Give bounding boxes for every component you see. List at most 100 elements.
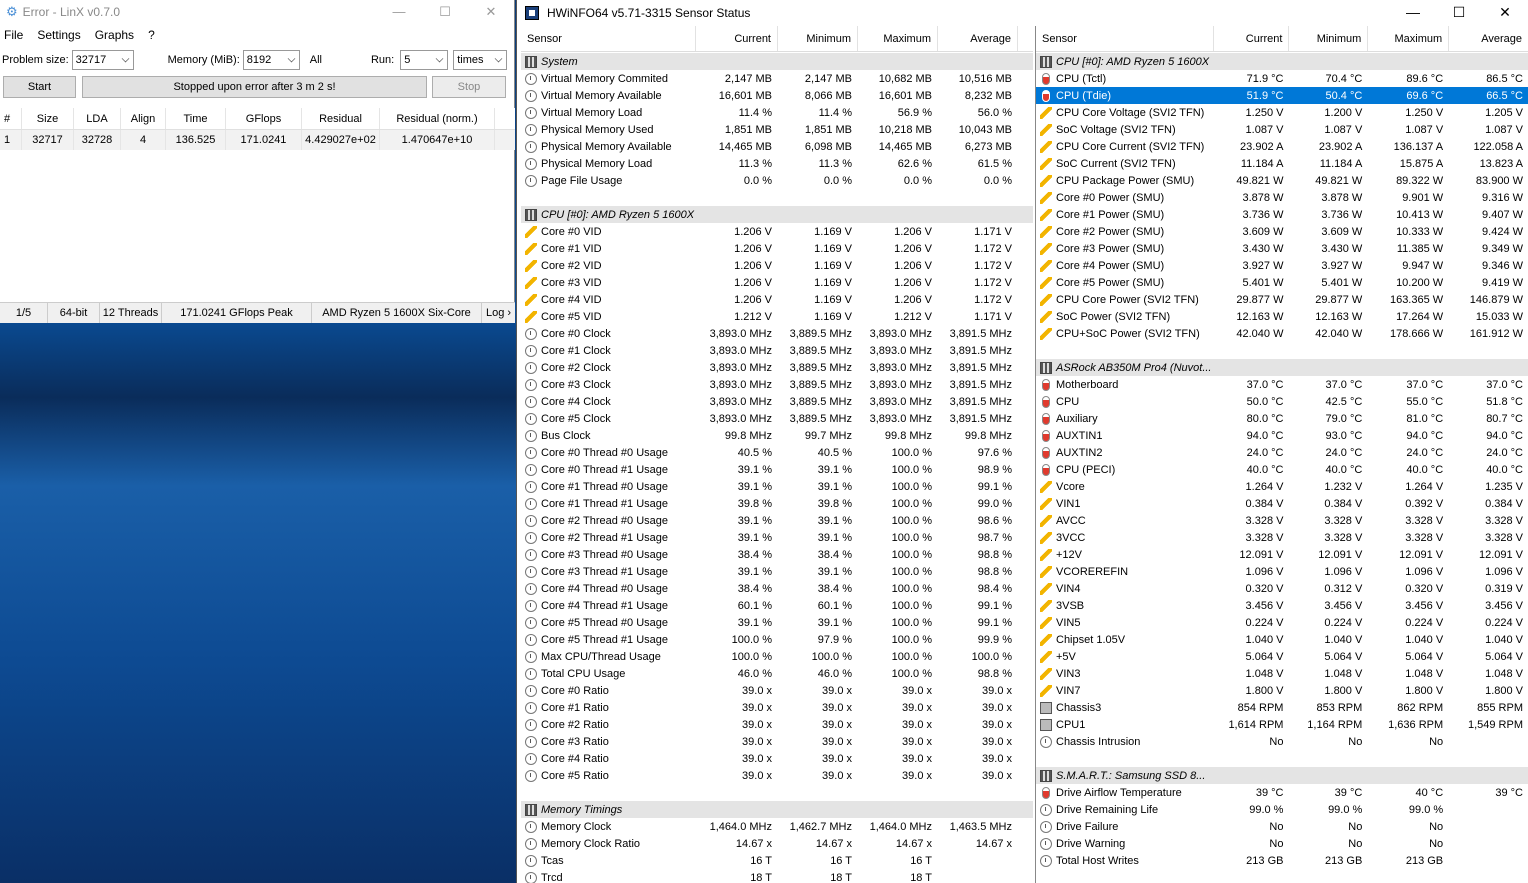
sensor-row[interactable]: Chipset 1.05V 1.040 V 1.040 V 1.040 V 1.040 …	[1036, 631, 1528, 648]
sensor-row[interactable]: CPU (Tctl) 71.9 °C 70.4 °C 89.6 °C 86.5 °C	[1036, 70, 1528, 87]
sensor-row[interactable]: CPU1 1,614 RPM 1,164 RPM 1,636 RPM 1,549 RPM	[1036, 716, 1528, 733]
sensor-row[interactable]: Drive Airflow Temperature 39 °C 39 °C 40 °C…	[1036, 784, 1528, 801]
minimize-button[interactable]: —	[1390, 4, 1436, 21]
col-average[interactable]: Average	[1449, 26, 1528, 51]
sensor-row[interactable]: VIN4 0.320 V 0.312 V 0.320 V 0.319 V	[1036, 580, 1528, 597]
sensor-row[interactable]: Core #4 VID 1.206 V 1.169 V 1.206 V 1.172 V	[521, 291, 1033, 308]
sensor-row[interactable]: CPU (Tdie) 51.9 °C 50.4 °C 69.6 °C 66.5 °C	[1036, 87, 1528, 104]
sensor-row[interactable]: Core #5 Thread #0 Usage 39.1 % 39.1 % 100.0…	[521, 614, 1033, 631]
sensor-group-header[interactable]: S.M.A.R.T.: Samsung SSD 8...	[1036, 767, 1528, 784]
col-index[interactable]: #	[0, 108, 22, 129]
col-residual[interactable]: Residual	[302, 108, 380, 129]
sensor-row[interactable]: AVCC 3.328 V 3.328 V 3.328 V 3.328 V	[1036, 512, 1528, 529]
sensor-row[interactable]: Core #5 Thread #1 Usage 100.0 % 97.9 % 100.…	[521, 631, 1033, 648]
sensor-row[interactable]: Auxiliary 80.0 °C 79.0 °C 81.0 °C 80.7 °C	[1036, 410, 1528, 427]
maximize-button[interactable]: ☐	[1436, 4, 1482, 21]
sensor-row[interactable]: Core #2 VID 1.206 V 1.169 V 1.206 V 1.172 V	[521, 257, 1033, 274]
sensor-row[interactable]: Core #0 VID 1.206 V 1.169 V 1.206 V 1.171 V	[521, 223, 1033, 240]
sensor-row[interactable]: Virtual Memory Load 11.4 % 11.4 % 56.9 % 56.…	[521, 104, 1033, 121]
sensor-row[interactable]: Core #1 Thread #0 Usage 39.1 % 39.1 % 100.0…	[521, 478, 1033, 495]
sensor-row[interactable]: CPU Package Power (SMU) 49.821 W 49.821 W 8…	[1036, 172, 1528, 189]
sensor-group-header[interactable]: Memory Timings	[521, 801, 1033, 818]
col-minimum[interactable]: Minimum	[778, 26, 858, 51]
sensor-group-header[interactable]: CPU [#0]: AMD Ryzen 5 1600X	[1036, 53, 1528, 70]
sensor-row[interactable]: +12V 12.091 V 12.091 V 12.091 V 12.091 V	[1036, 546, 1528, 563]
sensor-row[interactable]: Total CPU Usage 46.0 % 46.0 % 100.0 % 98.8 %	[521, 665, 1033, 682]
sensor-row[interactable]: CPU Core Power (SVI2 TFN) 29.877 W 29.877 …	[1036, 291, 1528, 308]
col-gflops[interactable]: GFlops	[226, 108, 302, 129]
sensor-row[interactable]: Core #0 Clock 3,893.0 MHz 3,889.5 MHz 3,893…	[521, 325, 1033, 342]
sensor-row[interactable]: +5V 5.064 V 5.064 V 5.064 V 5.064 V	[1036, 648, 1528, 665]
sensor-row[interactable]: Core #0 Thread #1 Usage 39.1 % 39.1 % 100.0…	[521, 461, 1033, 478]
sensor-row[interactable]: VIN5 0.224 V 0.224 V 0.224 V 0.224 V	[1036, 614, 1528, 631]
sensor-row[interactable]: Core #0 Thread #0 Usage 40.5 % 40.5 % 100.0…	[521, 444, 1033, 461]
sensor-row[interactable]: Core #1 Clock 3,893.0 MHz 3,889.5 MHz 3,893…	[521, 342, 1033, 359]
sensor-row[interactable]: Bus Clock 99.8 MHz 99.7 MHz 99.8 MHz 99.8 MH…	[521, 427, 1033, 444]
sensor-row[interactable]: Page File Usage 0.0 % 0.0 % 0.0 % 0.0 %	[521, 172, 1033, 189]
sensor-row[interactable]: Core #3 VID 1.206 V 1.169 V 1.206 V 1.172 V	[521, 274, 1033, 291]
sensor-row[interactable]: VIN7 1.800 V 1.800 V 1.800 V 1.800 V	[1036, 682, 1528, 699]
sensor-row[interactable]: Core #1 Ratio 39.0 x 39.0 x 39.0 x 39.0 x	[521, 699, 1033, 716]
sensor-row[interactable]: Vcore 1.264 V 1.232 V 1.264 V 1.235 V	[1036, 478, 1528, 495]
maximize-button[interactable]: ☐	[422, 4, 468, 20]
sensor-row[interactable]: SoC Voltage (SVI2 TFN) 1.087 V 1.087 V 1.08…	[1036, 121, 1528, 138]
sensor-row[interactable]: Virtual Memory Commited 2,147 MB 2,147 MB 1…	[521, 70, 1033, 87]
sensor-row[interactable]: Drive Failure No No No	[1036, 818, 1528, 835]
col-sensor[interactable]: Sensor	[1036, 26, 1214, 51]
sensor-row[interactable]: CPU 50.0 °C 42.5 °C 55.0 °C 51.8 °C	[1036, 393, 1528, 410]
table-row[interactable]: 1 32717 32728 4 136.525 171.0241 4.42902…	[0, 130, 515, 150]
sensor-row[interactable]: Physical Memory Used 1,851 MB 1,851 MB 10,2…	[521, 121, 1033, 138]
run-combo[interactable]: 5	[400, 50, 449, 70]
sensor-row[interactable]: Trcd 18 T 18 T 18 T	[521, 869, 1033, 883]
sensor-row[interactable]: Core #4 Ratio 39.0 x 39.0 x 39.0 x 39.0 x	[521, 750, 1033, 767]
sensor-row[interactable]: Memory Clock 1,464.0 MHz 1,462.7 MHz 1,464.…	[521, 818, 1033, 835]
sensor-row[interactable]: Core #5 Ratio 39.0 x 39.0 x 39.0 x 39.0 x	[521, 767, 1033, 784]
problem-size-combo[interactable]: 32717	[71, 50, 134, 70]
sensor-row[interactable]: Core #4 Power (SMU) 3.927 W 3.927 W 9.947 W…	[1036, 257, 1528, 274]
stop-button[interactable]: Stop	[432, 76, 506, 98]
log-button[interactable]: Log ›	[482, 303, 515, 323]
sensor-row[interactable]: Core #4 Clock 3,893.0 MHz 3,889.5 MHz 3,893…	[521, 393, 1033, 410]
menu-file[interactable]: File	[4, 28, 23, 42]
col-minimum[interactable]: Minimum	[1289, 26, 1369, 51]
col-maximum[interactable]: Maximum	[1368, 26, 1450, 51]
sensor-row[interactable]: Chassis3 854 RPM 853 RPM 862 RPM 855 RPM	[1036, 699, 1528, 716]
sensor-row[interactable]: Virtual Memory Available 16,601 MB 8,066 M…	[521, 87, 1033, 104]
sensor-row[interactable]: Core #4 Thread #1 Usage 60.1 % 60.1 % 100.0…	[521, 597, 1033, 614]
sensor-row[interactable]: Tcas 16 T 16 T 16 T	[521, 852, 1033, 869]
run-unit-combo[interactable]: times	[453, 50, 508, 70]
menu-graphs[interactable]: Graphs	[95, 28, 134, 42]
sensor-row[interactable]: Core #2 Thread #1 Usage 39.1 % 39.1 % 100.0…	[521, 529, 1033, 546]
sensor-row[interactable]: VCOREREFIN 1.096 V 1.096 V 1.096 V 1.096 V	[1036, 563, 1528, 580]
linx-titlebar[interactable]: ⚙ Error - LinX v0.7.0 — ☐ ✕	[0, 0, 514, 24]
col-current[interactable]: Current	[1214, 26, 1290, 51]
sensor-group-header[interactable]: System	[521, 53, 1033, 70]
sensor-row[interactable]: 3VSB 3.456 V 3.456 V 3.456 V 3.456 V	[1036, 597, 1528, 614]
col-sensor[interactable]: Sensor	[521, 26, 696, 51]
sensor-row[interactable]: Core #3 Ratio 39.0 x 39.0 x 39.0 x 39.0 x	[521, 733, 1033, 750]
sensor-row[interactable]: Total Host Writes 213 GB 213 GB 213 GB	[1036, 852, 1528, 869]
sensor-row[interactable]: Core #5 VID 1.212 V 1.169 V 1.212 V 1.171 V	[521, 308, 1033, 325]
col-size[interactable]: Size	[22, 108, 74, 129]
all-checkbox-label[interactable]: All	[310, 54, 322, 66]
sensor-row[interactable]: Core #4 Thread #0 Usage 38.4 % 38.4 % 100.0…	[521, 580, 1033, 597]
sensor-row[interactable]: Core #2 Ratio 39.0 x 39.0 x 39.0 x 39.0 x	[521, 716, 1033, 733]
sensor-row[interactable]: Core #1 Power (SMU) 3.736 W 3.736 W 10.413 …	[1036, 206, 1528, 223]
sensor-row[interactable]: CPU Core Voltage (SVI2 TFN) 1.250 V 1.200 …	[1036, 104, 1528, 121]
sensor-row[interactable]: Core #0 Ratio 39.0 x 39.0 x 39.0 x 39.0 x	[521, 682, 1033, 699]
sensor-row[interactable]: Core #3 Thread #1 Usage 39.1 % 39.1 % 100.0…	[521, 563, 1033, 580]
sensor-row[interactable]: Memory Clock Ratio 14.67 x 14.67 x 14.67 x 1…	[521, 835, 1033, 852]
sensor-row[interactable]: AUXTIN2 24.0 °C 24.0 °C 24.0 °C 24.0 °C	[1036, 444, 1528, 461]
hwinfo-titlebar[interactable]: HWiNFO64 v5.71-3315 Sensor Status — ☐ ✕	[517, 0, 1528, 25]
sensor-group-header[interactable]: CPU [#0]: AMD Ryzen 5 1600X	[521, 206, 1033, 223]
sensor-row[interactable]: SoC Power (SVI2 TFN) 12.163 W 12.163 W 17.2…	[1036, 308, 1528, 325]
start-button[interactable]: Start	[3, 76, 76, 98]
sensor-row[interactable]: Core #5 Clock 3,893.0 MHz 3,889.5 MHz 3,893…	[521, 410, 1033, 427]
sensor-row[interactable]: Core #2 Power (SMU) 3.609 W 3.609 W 10.333 …	[1036, 223, 1528, 240]
sensor-row[interactable]: VIN1 0.384 V 0.384 V 0.392 V 0.384 V	[1036, 495, 1528, 512]
sensor-row[interactable]: Drive Remaining Life 99.0 % 99.0 % 99.0 %	[1036, 801, 1528, 818]
sensor-row[interactable]: Core #3 Clock 3,893.0 MHz 3,889.5 MHz 3,893…	[521, 376, 1033, 393]
sensor-row[interactable]: Max CPU/Thread Usage 100.0 % 100.0 % 100.0 …	[521, 648, 1033, 665]
sensor-row[interactable]: Physical Memory Available 14,465 MB 6,098 …	[521, 138, 1033, 155]
minimize-button[interactable]: —	[376, 4, 422, 20]
